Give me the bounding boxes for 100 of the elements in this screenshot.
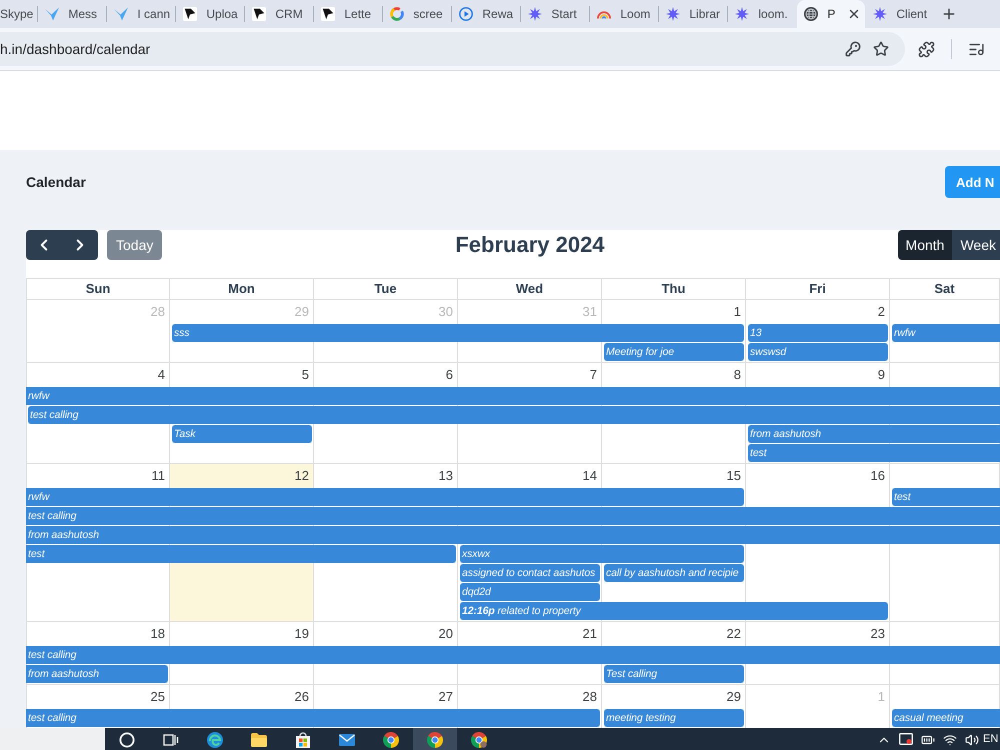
star-icon[interactable]: [873, 41, 889, 57]
sparkle-icon: [528, 7, 542, 21]
day-number: 12: [294, 467, 310, 484]
key-icon[interactable]: [845, 41, 861, 57]
calendar-event[interactable]: meeting testing: [604, 709, 744, 727]
browser-tab[interactable]: Rewa: [452, 0, 520, 28]
calendar-event[interactable]: dqd2d: [460, 583, 600, 601]
day-number: 1: [734, 303, 742, 320]
browser-tab[interactable]: P: [797, 0, 866, 28]
day-number: 23: [870, 625, 886, 642]
day-number: 16: [870, 467, 886, 484]
calendar-event[interactable]: rwfw: [26, 488, 744, 506]
calendar-event[interactable]: test: [26, 545, 456, 563]
language-indicator[interactable]: EN: [983, 733, 1000, 745]
browser-tab[interactable]: Mess: [38, 0, 106, 28]
ring-icon: [390, 7, 404, 21]
calendar-event[interactable]: casual meeting: [892, 709, 1000, 727]
globe-icon: [804, 7, 818, 21]
calendar-event[interactable]: swswsd: [748, 343, 888, 361]
browser-tab[interactable]: I cann: [107, 0, 176, 28]
page-title: Calendar: [26, 174, 86, 190]
mail-icon: [339, 732, 355, 748]
pointer-icon: [321, 7, 336, 21]
device-icon[interactable]: [899, 733, 913, 745]
arc-icon: [597, 10, 612, 18]
browser-icon: [383, 732, 399, 748]
day-number: 18: [150, 625, 166, 642]
browser-tab[interactable]: Skype: [0, 0, 38, 28]
shopping-bag-icon: [295, 732, 311, 748]
day-number: 20: [438, 625, 454, 642]
day-number: 7: [590, 366, 598, 383]
calendar-event[interactable]: from aashutosh: [26, 665, 168, 683]
check-icon: [114, 7, 128, 21]
day-number: 6: [446, 366, 454, 383]
day-number: 1: [878, 688, 886, 705]
browser-tab[interactable]: CRM: [245, 0, 314, 28]
day-number: 29: [726, 688, 742, 705]
calendar-event[interactable]: test calling: [28, 406, 1000, 424]
swirl-icon: [207, 732, 223, 748]
calendar-event[interactable]: Task: [172, 425, 312, 443]
day-number: 14: [582, 467, 598, 484]
add-button[interactable]: Add N: [945, 166, 1000, 198]
browser-tab[interactable]: loom.: [728, 0, 796, 28]
puzzle-icon[interactable]: [918, 40, 935, 58]
pointer-icon: [183, 7, 198, 21]
column-header: Thu: [602, 278, 746, 300]
check-icon: [45, 7, 60, 21]
calendar-event[interactable]: from aashutosh: [748, 425, 1000, 443]
previous-button[interactable]: [26, 230, 62, 260]
calendar-event[interactable]: 12:16p related to property: [460, 602, 888, 620]
column-header: Mon: [170, 278, 314, 300]
calendar-event[interactable]: sss: [172, 324, 744, 342]
browser-tab[interactable]: Librar: [659, 0, 728, 28]
calendar-event[interactable]: rwfw: [892, 324, 1000, 342]
calendar-event[interactable]: test calling: [26, 507, 1000, 525]
browser-icon: [427, 732, 443, 748]
browser-tab[interactable]: scree: [383, 0, 452, 28]
search-field[interactable]: [0, 728, 105, 750]
day-number: 30: [438, 303, 454, 320]
browser-tab[interactable]: Client: [866, 0, 934, 28]
day-number: 5: [302, 366, 310, 383]
calendar-event[interactable]: xsxwx: [460, 545, 744, 563]
day-number: 19: [294, 625, 310, 642]
wifi-icon[interactable]: [943, 733, 957, 747]
column-header: Sat: [890, 278, 1000, 300]
folder-icon: [251, 732, 267, 748]
browser-tab[interactable]: Start: [521, 0, 590, 28]
view-button[interactable]: Week: [952, 230, 1000, 260]
volume-icon[interactable]: [965, 733, 979, 747]
plus-icon[interactable]: [941, 6, 958, 22]
calendar-event[interactable]: Test calling: [604, 665, 744, 683]
calendar-event[interactable]: assigned to contact aashutos: [460, 564, 600, 582]
day-number: 29: [294, 303, 310, 320]
calendar-event[interactable]: from aashutosh: [26, 526, 1000, 544]
day-number: 15: [726, 467, 742, 484]
calendar-event[interactable]: test: [748, 444, 1000, 462]
sparkle-icon: [873, 7, 888, 21]
calendar-event[interactable]: call by aashutosh and recipie: [604, 564, 744, 582]
column-header: Sun: [26, 278, 170, 300]
calendar-event[interactable]: rwfw: [26, 387, 1000, 405]
address-field[interactable]: h.in/dashboard/calendar: [0, 32, 905, 66]
calendar-event[interactable]: test calling: [26, 646, 1000, 664]
column-header: Tue: [314, 278, 458, 300]
next-button[interactable]: [62, 230, 98, 260]
day-number: 26: [294, 688, 310, 705]
calendar-event[interactable]: 13: [748, 324, 888, 342]
battery-icon[interactable]: [921, 733, 935, 747]
pointer-icon: [252, 7, 266, 21]
calendar-event[interactable]: test calling: [26, 709, 600, 727]
browser-tab[interactable]: Loom: [590, 0, 658, 28]
calendar-event[interactable]: Meeting for joe: [604, 343, 744, 361]
day-number: 8: [734, 366, 742, 383]
browser-tab[interactable]: Lette: [314, 0, 382, 28]
day-number: 9: [878, 366, 886, 383]
view-button[interactable]: Month: [898, 230, 952, 260]
day-number: 28: [150, 303, 166, 320]
calendar-event[interactable]: test: [892, 488, 1000, 506]
sparkle-icon: [666, 7, 680, 21]
day-number: 13: [438, 467, 454, 484]
browser-tab[interactable]: Uploa: [176, 0, 244, 28]
